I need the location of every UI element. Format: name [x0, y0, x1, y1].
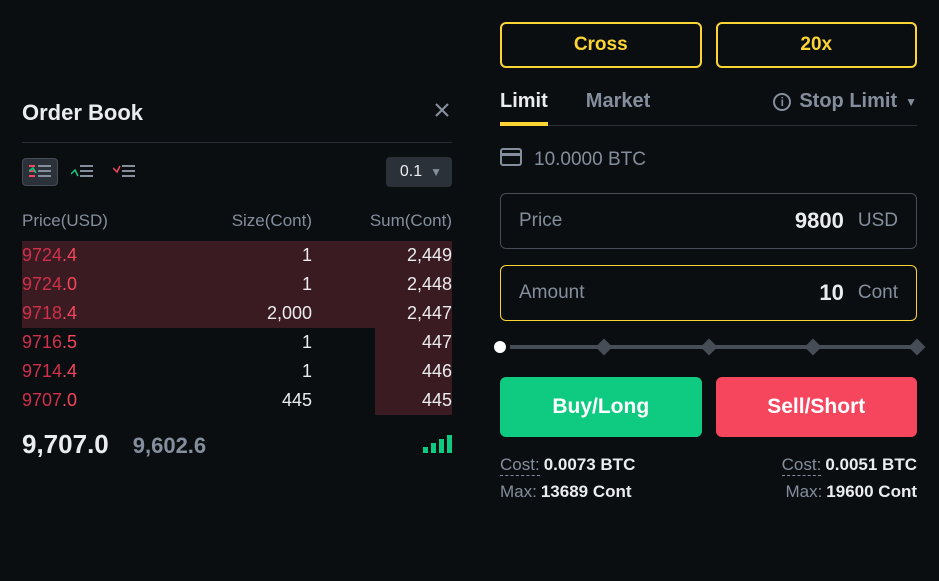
buy-max-label: Max: — [500, 482, 537, 502]
last-price: 9,707.0 — [22, 429, 109, 460]
orderbook-ask-row[interactable]: 9724.412,449 — [22, 241, 452, 270]
orderbook-ask-row[interactable]: 9716.51447 — [22, 328, 452, 357]
tab-stop-limit-label: Stop Limit — [799, 90, 897, 113]
available-balance: 10.0000 BTC — [534, 149, 646, 171]
orderbook-ask-row[interactable]: 9718.42,0002,447 — [22, 299, 452, 328]
tab-stop-limit[interactable]: i Stop Limit ▼ — [773, 90, 917, 125]
depth-bars-icon[interactable] — [423, 435, 452, 453]
chevron-down-icon: ▼ — [430, 165, 442, 179]
sell-max-label: Max: — [785, 482, 822, 502]
col-header-sum: Sum(Cont) — [312, 211, 452, 231]
amount-value: 10 — [819, 280, 843, 306]
wallet-icon — [500, 148, 522, 171]
col-header-price: Price(USD) — [22, 211, 162, 231]
price-value: 9800 — [795, 208, 844, 234]
close-icon[interactable] — [432, 100, 452, 126]
orderbook-ask-row[interactable]: 9724.012,448 — [22, 270, 452, 299]
col-header-size: Size(Cont) — [162, 211, 312, 231]
margin-mode-button[interactable]: Cross — [500, 22, 702, 68]
tab-limit[interactable]: Limit — [500, 90, 548, 125]
price-unit: USD — [858, 210, 898, 232]
orderbook-ask-row[interactable]: 9714.41446 — [22, 357, 452, 386]
tick-size-select[interactable]: 0.1 ▼ — [386, 157, 452, 187]
slider-thumb[interactable] — [490, 337, 510, 357]
orderbook-view-asks-icon[interactable] — [106, 158, 142, 186]
amount-input[interactable]: Amount 10 Cont — [500, 265, 917, 321]
sell-cost-value: 0.0051 BTC — [825, 455, 917, 476]
orderbook-view-bids-icon[interactable] — [64, 158, 100, 186]
amount-unit: Cont — [858, 282, 898, 304]
leverage-button[interactable]: 20x — [716, 22, 918, 68]
sell-max-value: 19600 Cont — [826, 482, 917, 502]
order-book-title: Order Book — [22, 100, 143, 126]
info-icon: i — [773, 93, 791, 111]
tab-market[interactable]: Market — [586, 90, 650, 125]
chevron-down-icon: ▼ — [905, 95, 917, 109]
tick-size-value: 0.1 — [400, 163, 422, 181]
buy-long-button[interactable]: Buy/Long — [500, 377, 702, 437]
size-slider[interactable] — [500, 345, 917, 349]
orderbook-ask-row[interactable]: 9707.0445445 — [22, 386, 452, 415]
price-label: Price — [519, 210, 562, 232]
price-input[interactable]: Price 9800 USD — [500, 193, 917, 249]
sell-short-button[interactable]: Sell/Short — [716, 377, 918, 437]
buy-max-value: 13689 Cont — [541, 482, 632, 502]
sell-cost-label: Cost: — [782, 455, 822, 476]
mark-price: 9,602.6 — [133, 433, 206, 459]
orderbook-view-both-icon[interactable] — [22, 158, 58, 186]
buy-cost-label: Cost: — [500, 455, 540, 476]
amount-label: Amount — [519, 282, 584, 304]
buy-cost-value: 0.0073 BTC — [544, 455, 636, 476]
